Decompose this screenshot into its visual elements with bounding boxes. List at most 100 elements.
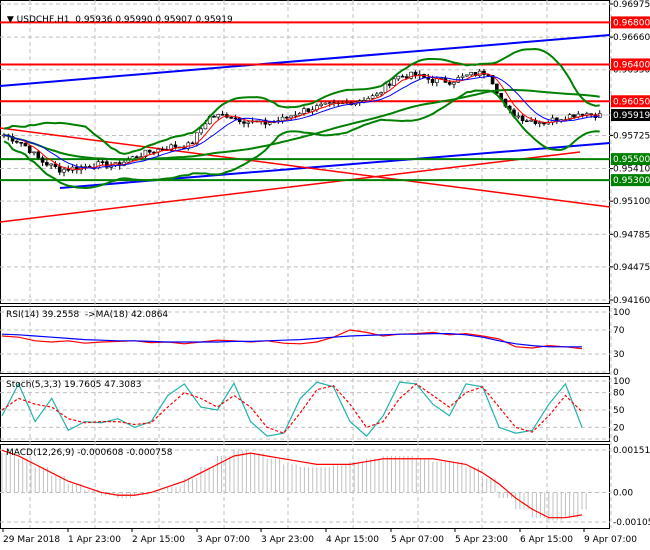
rsi-axis-label: 30 — [613, 350, 625, 360]
candle — [280, 116, 285, 121]
time-axis-label: 1 Apr 23:00 — [68, 535, 121, 545]
candle — [392, 78, 396, 86]
chart-window[interactable]: 0.96975 0.96660 0.96350 0.95725 0.95410 0.951… — [0, 0, 650, 550]
candle — [465, 74, 469, 77]
low-value: 0.95907 — [155, 15, 193, 25]
level-price-label: 0.96050 — [613, 97, 650, 107]
stoch-axis-label: 20 — [613, 423, 625, 433]
candle — [460, 75, 465, 78]
candle — [319, 103, 323, 106]
rsi-label: RSI(14) 39.2558 ->MA(18) 42.0864 — [6, 310, 169, 320]
stoch-axis-label: 80 — [613, 389, 625, 399]
candle — [537, 122, 542, 124]
collapse-triangle-icon[interactable]: ▼ — [7, 15, 17, 25]
candle — [45, 162, 49, 166]
time-axis-label: 2 Apr 15:00 — [132, 535, 185, 545]
macd-label: MACD(12,26,9) -0.000608 -0.000758 — [6, 448, 173, 458]
ma-fast-line — [3, 73, 600, 171]
candle — [190, 142, 195, 145]
candle — [525, 120, 529, 123]
candle — [297, 113, 302, 116]
stoch-axis-label: 100 — [613, 377, 630, 387]
candle — [572, 114, 576, 118]
main-panel — [0, 0, 610, 304]
stoch-signal-line — [1, 383, 583, 434]
price-tick-label: 0.94785 — [613, 230, 650, 240]
price-tick-label: 0.94475 — [613, 263, 650, 273]
candle — [469, 72, 473, 76]
open-value: 0.95936 — [75, 15, 113, 25]
stoch-main-line — [1, 381, 583, 437]
macd-axis-label: 0.00 — [613, 488, 633, 498]
symbol-label: USDCHF,H1 — [16, 15, 70, 25]
candle — [203, 123, 208, 130]
candle — [100, 161, 105, 163]
candle — [212, 115, 216, 118]
candle — [477, 70, 482, 76]
price-tick-label: 0.96975 — [613, 0, 650, 10]
candle — [27, 145, 32, 154]
candle — [19, 142, 23, 144]
level-price-label: 0.96800 — [613, 18, 650, 28]
channel-upper-line — [0, 34, 611, 87]
stoch-axis-label: 50 — [613, 406, 625, 416]
time-axis-label: 9 Apr 07:00 — [584, 535, 637, 545]
symbol-header: ▼ USDCHF,H1 0.95936 0.95990 0.95907 0.95… — [4, 5, 233, 25]
candle — [173, 144, 178, 148]
candle — [23, 142, 28, 147]
candle — [357, 100, 362, 103]
candle — [400, 75, 405, 78]
candle — [199, 128, 203, 134]
candle — [229, 116, 233, 119]
level-price-label: 0.95500 — [613, 155, 650, 165]
candle — [383, 83, 388, 93]
candle — [289, 115, 293, 119]
price-tick-label: 0.94160 — [613, 296, 650, 306]
candle — [306, 108, 311, 112]
candle — [379, 92, 383, 95]
macd-axis-label: -0.001053 — [613, 518, 650, 528]
stoch-label: Stoch(5,3,3) 19.7605 47.3083 — [6, 380, 142, 390]
candle — [327, 102, 332, 105]
candle — [233, 117, 238, 120]
candle — [370, 95, 375, 99]
candle — [15, 140, 19, 143]
time-axis-label: 4 Apr 15:00 — [326, 535, 379, 545]
rsi-axis-label: 100 — [613, 308, 630, 318]
candle — [32, 151, 36, 154]
level-price-label: 0.95300 — [613, 176, 650, 186]
candle — [147, 149, 152, 153]
rsi-ma-line — [1, 333, 582, 348]
candle — [220, 114, 225, 116]
time-axis-label: 5 Apr 23:00 — [455, 535, 508, 545]
candle — [49, 163, 53, 166]
candle — [520, 115, 525, 122]
candle — [396, 75, 401, 80]
candle — [62, 168, 66, 173]
candle — [242, 121, 246, 124]
candle — [435, 78, 439, 83]
candle — [135, 156, 139, 158]
price-tick-label: 0.95100 — [613, 197, 650, 207]
candle — [216, 114, 221, 118]
time-axis-label: 29 Mar 2018 — [3, 535, 60, 545]
price-tick-label: 0.95725 — [613, 131, 650, 141]
candle — [36, 151, 41, 159]
macd-axis-label: 0.001513 — [613, 446, 650, 456]
candle — [597, 113, 602, 118]
time-axis-label: 3 Apr 23:00 — [261, 535, 314, 545]
candle — [387, 83, 392, 86]
chart-canvas[interactable]: 0.969750.966600.963500.957250.954100.951… — [0, 0, 650, 550]
time-axis-label: 3 Apr 07:00 — [197, 535, 250, 545]
candle — [57, 166, 62, 173]
candle — [529, 119, 533, 122]
price-tick-label: 0.95410 — [613, 165, 650, 175]
candle — [452, 82, 456, 85]
rsi-axis-label: 70 — [613, 326, 625, 336]
close-value: 0.95919 — [195, 15, 233, 25]
candle — [375, 93, 379, 96]
candle — [66, 168, 71, 171]
candle — [580, 113, 585, 116]
candle — [293, 114, 298, 117]
candle — [40, 157, 45, 163]
